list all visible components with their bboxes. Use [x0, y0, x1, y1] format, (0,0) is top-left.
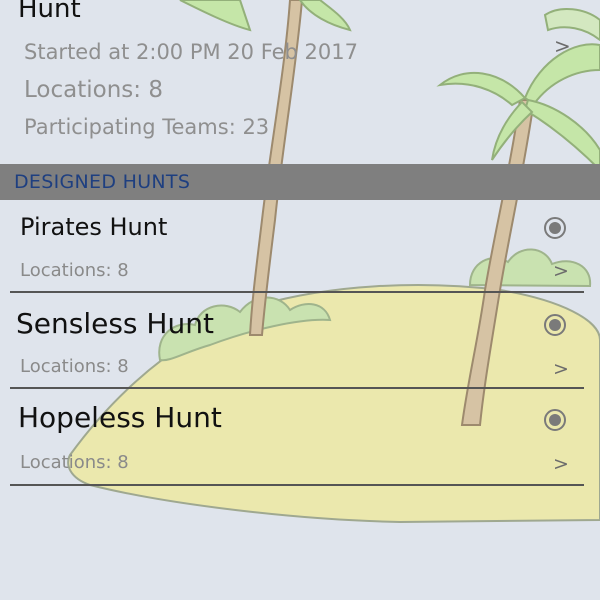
hunt-start-time: Started at 2:00 PM 20 Feb 2017: [24, 40, 358, 64]
hunt-locations: Locations: 8: [20, 356, 129, 377]
designed-hunts-header: DESIGNED HUNTS: [0, 164, 600, 200]
hunt-participating-teams: Participating Teams: 23: [24, 115, 270, 139]
hunt-locations: Locations: 8: [20, 452, 129, 473]
hunt-locations: Locations: 8: [20, 260, 129, 281]
list-item[interactable]: Pirates Hunt Locations: 8 >: [0, 200, 600, 294]
hunt-title: Hunt: [18, 0, 81, 24]
list-item[interactable]: Hopeless Hunt Locations: 8 >: [0, 389, 600, 489]
divider: [10, 291, 584, 293]
divider: [10, 484, 584, 486]
hunt-name: Hopeless Hunt: [18, 401, 222, 434]
hunt-name: Pirates Hunt: [20, 213, 168, 241]
chevron-right-icon[interactable]: >: [554, 34, 571, 58]
chevron-right-icon[interactable]: >: [553, 260, 569, 282]
hunt-name: Sensless Hunt: [16, 307, 214, 340]
chevron-right-icon[interactable]: >: [553, 453, 569, 475]
list-item[interactable]: Sensless Hunt Locations: 8 >: [0, 294, 600, 389]
radio-button[interactable]: [544, 314, 566, 336]
section-label: DESIGNED HUNTS: [14, 171, 191, 193]
chevron-right-icon[interactable]: >: [553, 358, 569, 380]
radio-button[interactable]: [544, 217, 566, 239]
radio-button[interactable]: [544, 409, 566, 431]
hunt-locations: Locations: 8: [24, 77, 163, 103]
